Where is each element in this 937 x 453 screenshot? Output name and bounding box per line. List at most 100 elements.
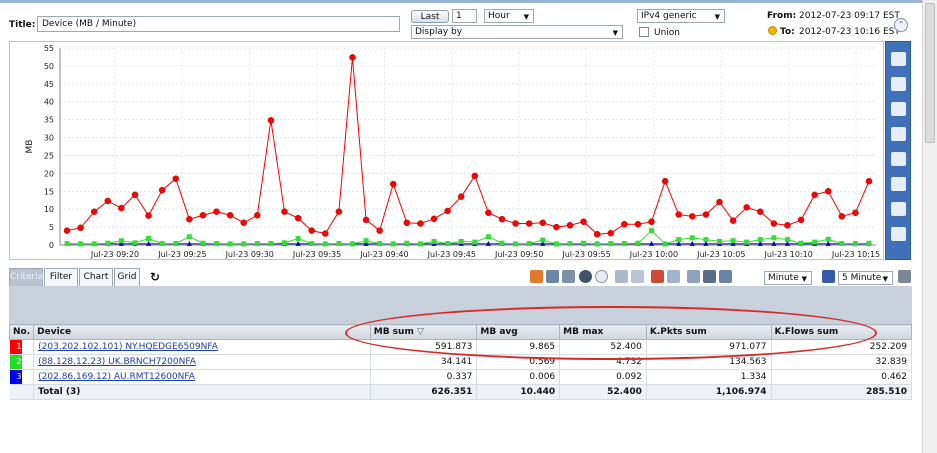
columns-icon[interactable] — [546, 270, 559, 283]
data-point — [526, 241, 532, 247]
data-point — [770, 220, 778, 227]
device-cell[interactable]: (203.202.102.101) NY.HQEDGE6509NFA — [33, 339, 371, 355]
sum-icon[interactable] — [562, 270, 575, 283]
data-point — [213, 208, 220, 215]
scatter-icon[interactable] — [891, 177, 906, 191]
x-tick-label: Jul-23 10:05 — [696, 250, 745, 259]
data-point — [608, 241, 614, 247]
interval-value: 5 Minute — [842, 273, 882, 283]
total-mb-avg: 10.440 — [476, 384, 561, 400]
data-point — [540, 237, 546, 243]
x-tick-label: Jul-23 09:45 — [427, 250, 476, 259]
interval-select[interactable]: 5 Minute ▼ — [838, 271, 893, 285]
scrollbar-thumb[interactable] — [925, 3, 935, 143]
period-value: Hour — [488, 11, 510, 21]
calendar-icon[interactable] — [822, 270, 835, 283]
tab-chart[interactable]: Chart — [79, 268, 113, 286]
title-input[interactable]: Device (MB / Minute) — [37, 16, 400, 32]
y-tick-label: 35 — [44, 116, 54, 125]
display-by-select[interactable]: Display by ▼ — [411, 25, 623, 39]
stacked-area-icon[interactable] — [891, 102, 906, 116]
col-header-device[interactable]: Device — [33, 324, 371, 340]
data-point — [838, 213, 846, 220]
percent-icon[interactable] — [579, 270, 592, 283]
gear-icon[interactable] — [898, 270, 911, 283]
collapse-icon[interactable]: ⌃ — [894, 18, 908, 32]
data-point — [240, 219, 247, 227]
data-point — [404, 240, 410, 246]
ip-version-select[interactable]: IPv4 generic ▼ — [637, 9, 725, 23]
tab-filter[interactable]: Filter — [44, 268, 78, 286]
tab-criteria[interactable]: Criteria — [9, 268, 43, 286]
granularity-value: Minute — [768, 273, 799, 283]
last-button[interactable]: Last — [411, 10, 449, 23]
data-point — [689, 235, 695, 241]
chevron-down-icon: ▼ — [882, 275, 888, 283]
x-tick-label: Jul-23 10:00 — [629, 250, 678, 259]
pie-chart-icon[interactable] — [891, 202, 906, 216]
data-point — [512, 220, 519, 227]
data-point — [730, 238, 736, 244]
series-color-swatch: 2 — [9, 355, 22, 369]
table-row[interactable]: 2 (88.128.12.23) UK.BRNCH7200NFA 34.141 … — [9, 354, 912, 370]
settings-icon[interactable] — [687, 270, 700, 283]
data-point — [118, 238, 124, 244]
flag-icon[interactable] — [651, 270, 664, 283]
3d-pie-icon[interactable] — [891, 227, 906, 241]
data-point — [444, 207, 451, 215]
data-point — [648, 218, 655, 225]
last-count-input[interactable]: 1 — [452, 9, 477, 23]
table-row[interactable]: 3 (202.86.169.12) AU.RMT12600NFA 0.337 0… — [9, 369, 912, 385]
data-point — [90, 208, 98, 215]
data-point — [390, 241, 396, 247]
series-color-swatch: 3 — [9, 370, 22, 384]
area-chart-icon[interactable] — [891, 77, 906, 91]
tab-grid[interactable]: Grid — [114, 268, 140, 286]
export-grid-icon[interactable] — [530, 270, 543, 283]
3d-bar-icon[interactable] — [891, 152, 906, 166]
line-chart-icon[interactable] — [891, 52, 906, 66]
data-point — [839, 241, 845, 247]
granularity-select[interactable]: Minute ▼ — [764, 271, 812, 285]
y-tick-label: 25 — [44, 151, 54, 160]
refresh-icon[interactable]: ↻ — [150, 270, 160, 284]
text-size-icon[interactable] — [719, 270, 732, 283]
total-row: Total (3) 626.351 10.440 52.400 1,106.97… — [9, 384, 912, 400]
device-link[interactable]: (202.86.169.12) AU.RMT12600NFA — [38, 372, 195, 382]
total-kflows-sum: 285.510 — [771, 384, 912, 400]
chevron-down-icon: ▼ — [714, 13, 720, 21]
period-select[interactable]: Hour ▼ — [484, 9, 534, 23]
sort-icon[interactable] — [615, 270, 628, 283]
device-cell[interactable]: (202.86.169.12) AU.RMT12600NFA — [33, 369, 371, 385]
data-point — [458, 238, 464, 244]
y-tick-label: 10 — [44, 205, 54, 214]
data-point — [485, 234, 491, 240]
data-point — [580, 218, 587, 225]
union-checkbox[interactable] — [639, 27, 649, 37]
data-point — [417, 220, 424, 227]
chart-toggle-icon[interactable] — [667, 270, 680, 283]
filter-icon[interactable] — [631, 270, 644, 283]
col-header-no[interactable]: No. — [8, 324, 35, 340]
vertical-scrollbar[interactable] — [922, 0, 937, 453]
device-cell[interactable]: (88.128.12.23) UK.BRNCH7200NFA — [33, 354, 371, 370]
union-label: Union — [654, 28, 681, 38]
kflows-sum-cell: 0.462 — [771, 369, 912, 385]
info-icon[interactable] — [595, 270, 608, 283]
data-point — [200, 240, 206, 246]
data-point — [825, 236, 831, 242]
from-value: 2012-07-23 09:17 EST — [799, 11, 900, 21]
bar-chart-icon[interactable] — [891, 127, 906, 141]
to-value: 2012-07-23 10:16 EST — [799, 27, 900, 37]
device-link[interactable]: (88.128.12.23) UK.BRNCH7200NFA — [38, 357, 196, 367]
clock-icon — [768, 26, 777, 35]
data-point — [349, 241, 355, 247]
data-point — [308, 227, 315, 234]
y-tick-label: 30 — [44, 134, 54, 143]
data-point — [593, 231, 601, 238]
x-tick-label: Jul-23 09:35 — [292, 250, 341, 259]
data-point — [498, 215, 506, 223]
chevron-down-icon: ▼ — [801, 275, 807, 283]
grid-view-icon[interactable] — [703, 270, 716, 283]
device-link[interactable]: (203.202.102.101) NY.HQEDGE6509NFA — [38, 342, 218, 352]
